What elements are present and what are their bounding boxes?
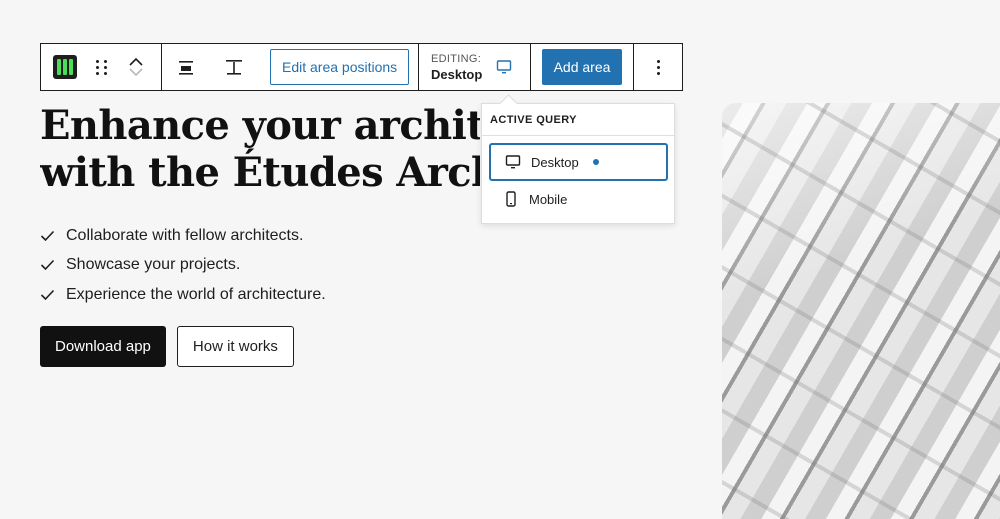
list-item: Experience the world of architecture. — [40, 280, 326, 310]
move-down-icon[interactable] — [129, 68, 143, 76]
add-area-button[interactable]: Add area — [541, 49, 623, 85]
query-option-label: Desktop — [531, 154, 579, 170]
how-it-works-button[interactable]: How it works — [176, 326, 294, 367]
editing-label: EDITING: — [431, 52, 482, 65]
hero-headline-line-2: with the Études Architect — [40, 149, 480, 196]
feature-list: Collaborate with fellow architects. Show… — [40, 221, 326, 310]
align-top-icon[interactable] — [222, 55, 246, 79]
editing-value: Desktop — [431, 66, 483, 82]
check-icon — [40, 260, 55, 271]
hero-buttons: Download app How it works — [40, 326, 294, 367]
query-option-desktop[interactable]: Desktop — [489, 143, 668, 181]
active-query-dropdown: ACTIVE QUERY Desktop Mobile — [481, 103, 675, 224]
block-toolbar: Edit area positions EDITING: Desktop Add… — [40, 43, 683, 91]
query-option-label: Mobile — [529, 191, 568, 207]
dropdown-heading: ACTIVE QUERY — [482, 104, 674, 136]
desktop-icon — [503, 154, 523, 170]
check-icon — [40, 230, 55, 241]
more-options[interactable] — [634, 44, 682, 90]
block-mover — [129, 58, 143, 76]
download-app-button[interactable]: Download app — [40, 326, 166, 367]
editing-query[interactable]: EDITING: Desktop — [419, 44, 531, 90]
query-option-mobile[interactable]: Mobile — [489, 180, 668, 218]
columns-block-icon[interactable] — [53, 55, 77, 79]
align-center-icon[interactable] — [174, 55, 198, 79]
list-item: Showcase your projects. — [40, 251, 326, 281]
list-item: Collaborate with fellow architects. — [40, 221, 326, 251]
block-controls — [41, 44, 162, 90]
more-vertical-icon[interactable] — [656, 59, 660, 75]
architecture-image — [722, 103, 1000, 519]
drag-handle-icon[interactable] — [95, 59, 109, 75]
check-icon — [40, 289, 55, 300]
editing-status: EDITING: Desktop — [431, 53, 482, 82]
hero-headline-line-1: Enhance your architectural — [40, 102, 480, 149]
edit-area-positions-button[interactable]: Edit area positions — [270, 49, 410, 85]
alignment-controls: Edit area positions — [162, 44, 419, 90]
move-up-icon[interactable] — [129, 58, 143, 66]
desktop-icon[interactable] — [496, 59, 512, 75]
hero-headline: Enhance your architectural with the Étud… — [40, 102, 480, 196]
active-indicator-dot — [592, 159, 599, 165]
add-area-group: Add area — [531, 44, 634, 90]
mobile-icon — [501, 191, 521, 207]
